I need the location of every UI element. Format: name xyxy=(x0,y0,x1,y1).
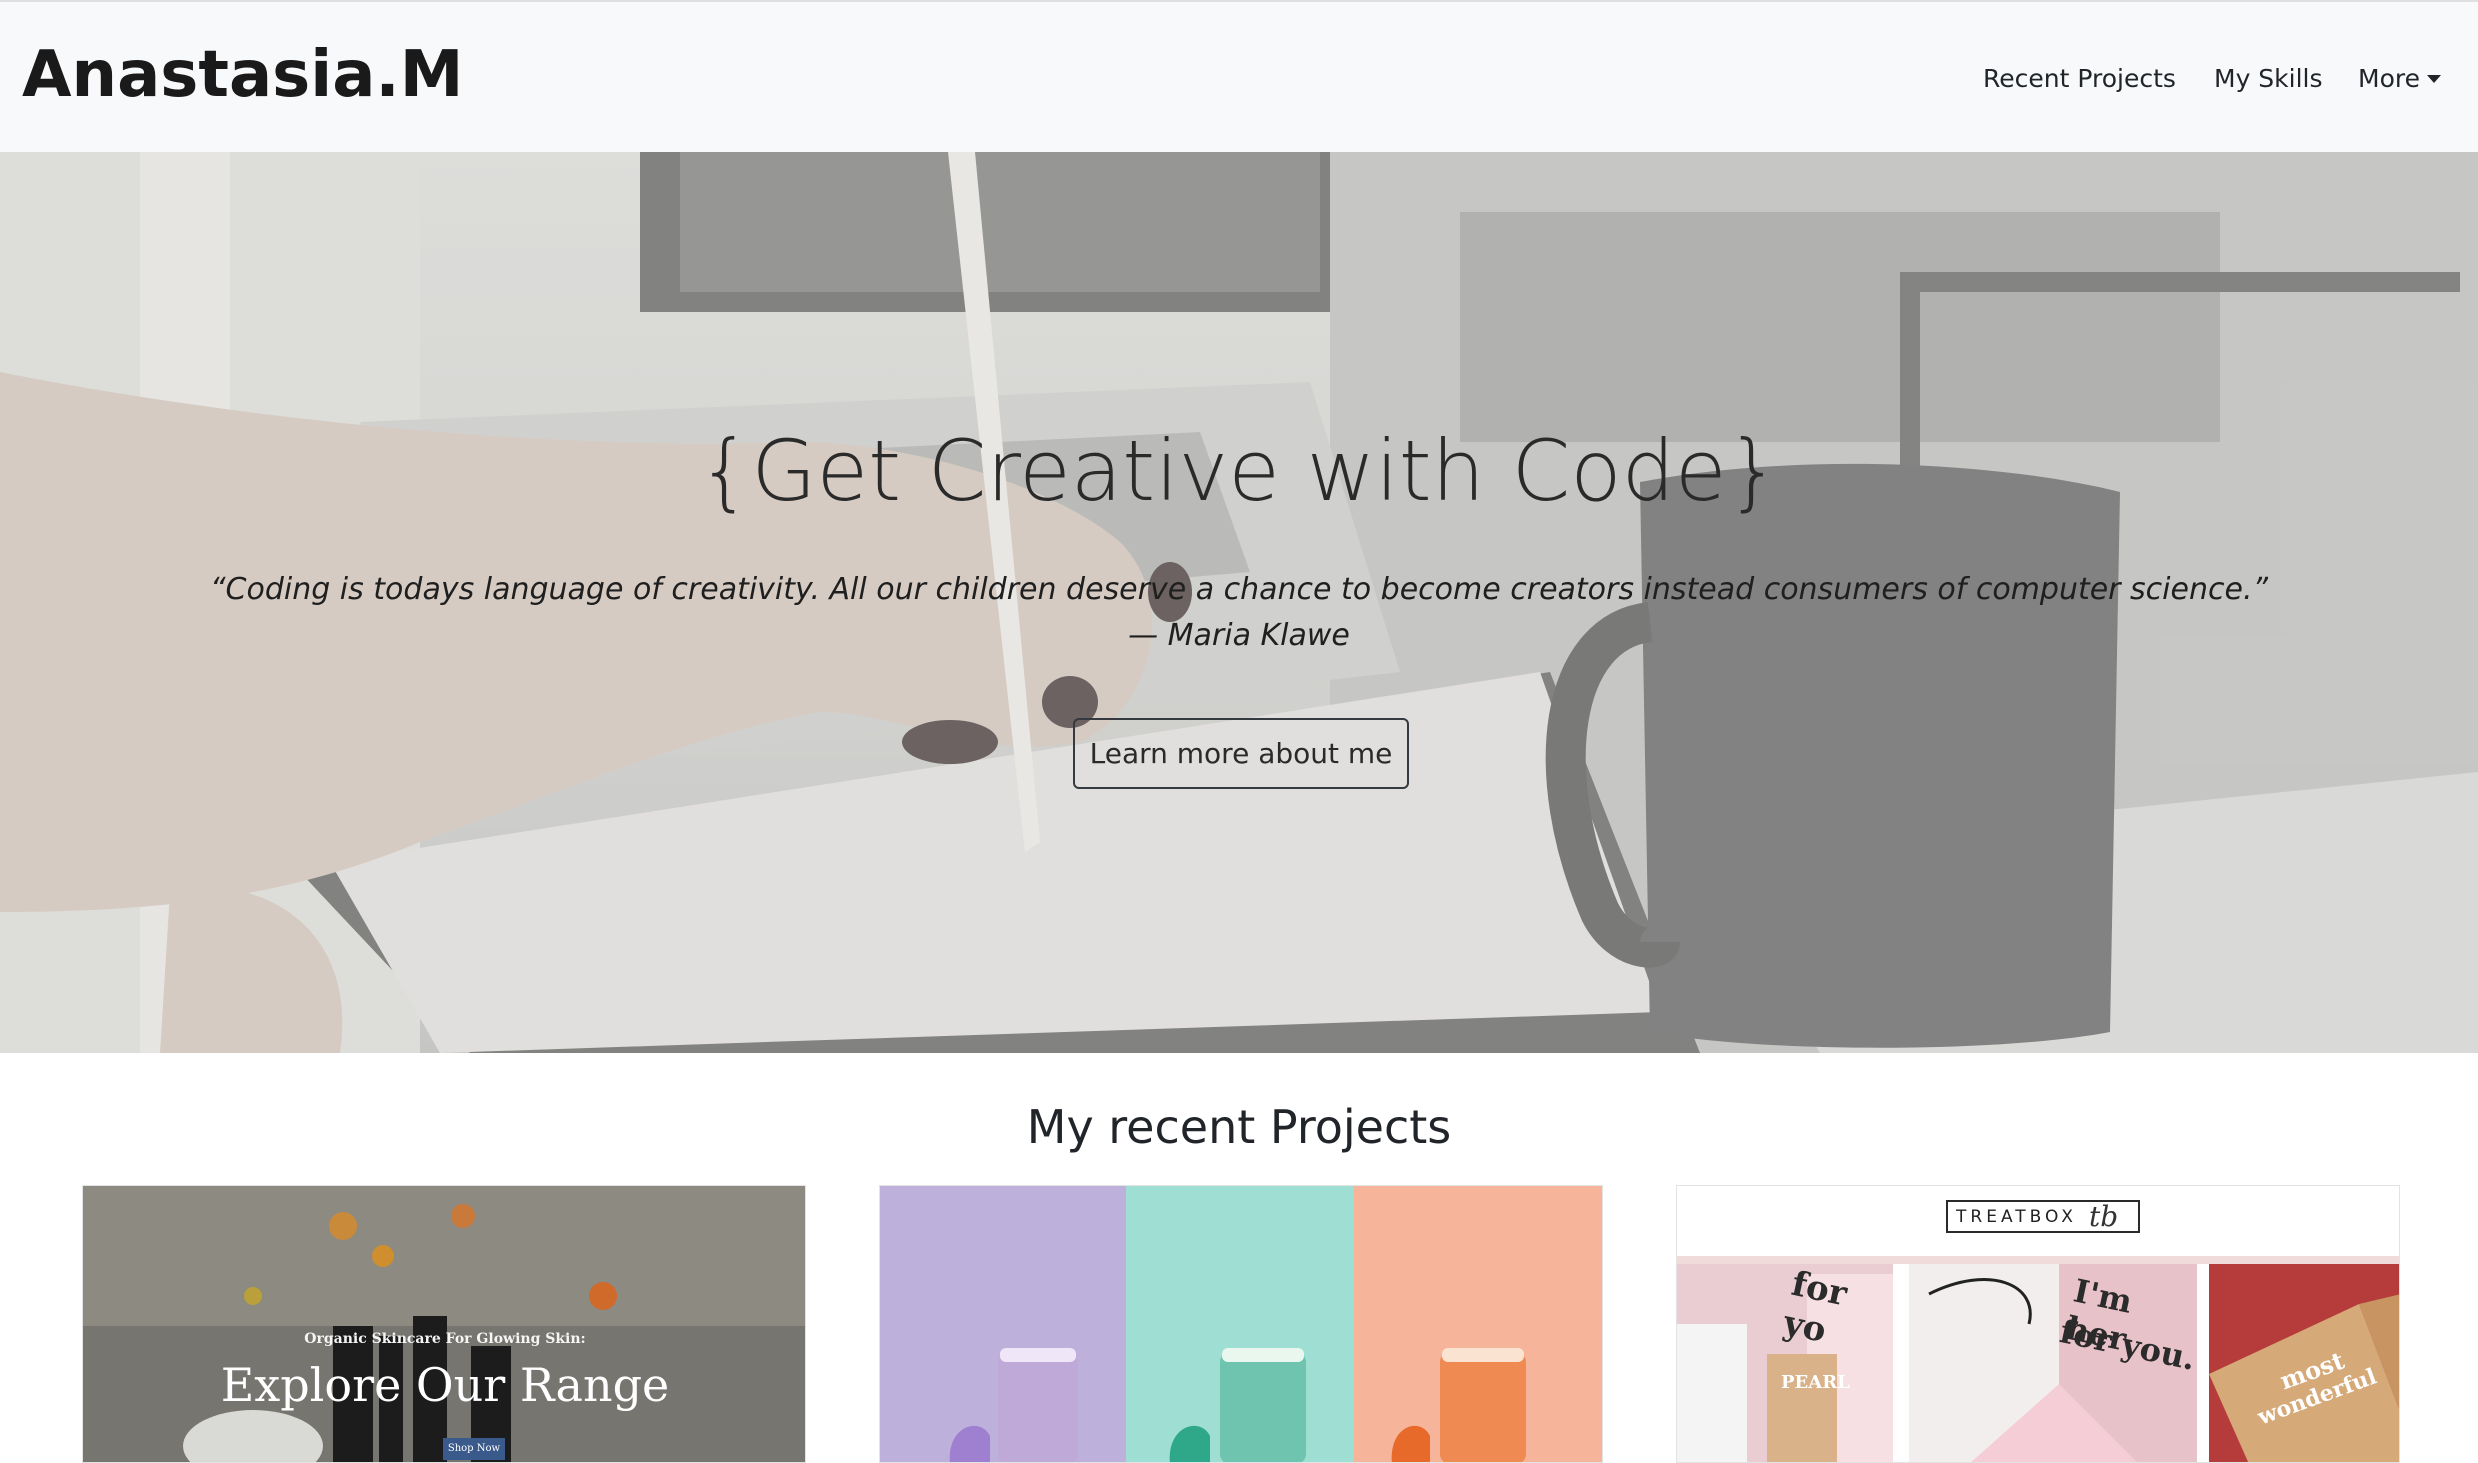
project-card-skincare[interactable]: Organic Skincare For Glowing Skin: Explo… xyxy=(82,1185,806,1463)
project-card-treatbox[interactable]: TREATBOX tb for yo PEARL I'm her for you… xyxy=(1676,1185,2400,1463)
project-card-deodorant[interactable] xyxy=(879,1185,1603,1463)
treatbox-band xyxy=(1677,1256,2399,1264)
learn-more-button[interactable]: Learn more about me xyxy=(1073,718,1409,789)
treatbox-logo-mark: tb xyxy=(2089,1200,2119,1233)
brand-logo[interactable]: Anastasia.M xyxy=(22,38,463,112)
quote-text: “Coding is todays language of creativity… xyxy=(209,572,2269,607)
skincare-title: Explore Our Range xyxy=(220,1358,670,1412)
treatbox-image-3: most wonderful xyxy=(2209,1264,2399,1462)
hero-title: {Get Creative with Code} xyxy=(697,422,1781,520)
shop-now-button[interactable]: Shop Now xyxy=(443,1438,505,1460)
nav-my-skills[interactable]: My Skills xyxy=(2214,64,2323,93)
deodorant-project-image xyxy=(880,1186,1602,1462)
hero-quote: “Coding is todays language of creativity… xyxy=(200,567,2278,659)
navbar: Anastasia.M Recent Projects My Skills Mo… xyxy=(0,0,2478,152)
treatbox-image-2: I'm her for you. xyxy=(1909,1264,2197,1462)
hero-banner: {Get Creative with Code} “Coding is toda… xyxy=(0,152,2478,1053)
quote-author: — Maria Klawe xyxy=(1128,618,1350,653)
treatbox-image-1: for yo PEARL xyxy=(1677,1264,1893,1462)
skincare-project-image xyxy=(83,1186,805,1462)
chevron-down-icon[interactable] xyxy=(2427,75,2441,83)
projects-heading: My recent Projects xyxy=(1026,1100,1452,1154)
nav-more-dropdown[interactable]: More xyxy=(2358,64,2420,93)
nav-recent-projects[interactable]: Recent Projects xyxy=(1983,64,2176,93)
skincare-subtitle: Organic Skincare For Glowing Skin: xyxy=(304,1331,586,1347)
treatbox-text-pearl: PEARL xyxy=(1781,1372,1850,1393)
